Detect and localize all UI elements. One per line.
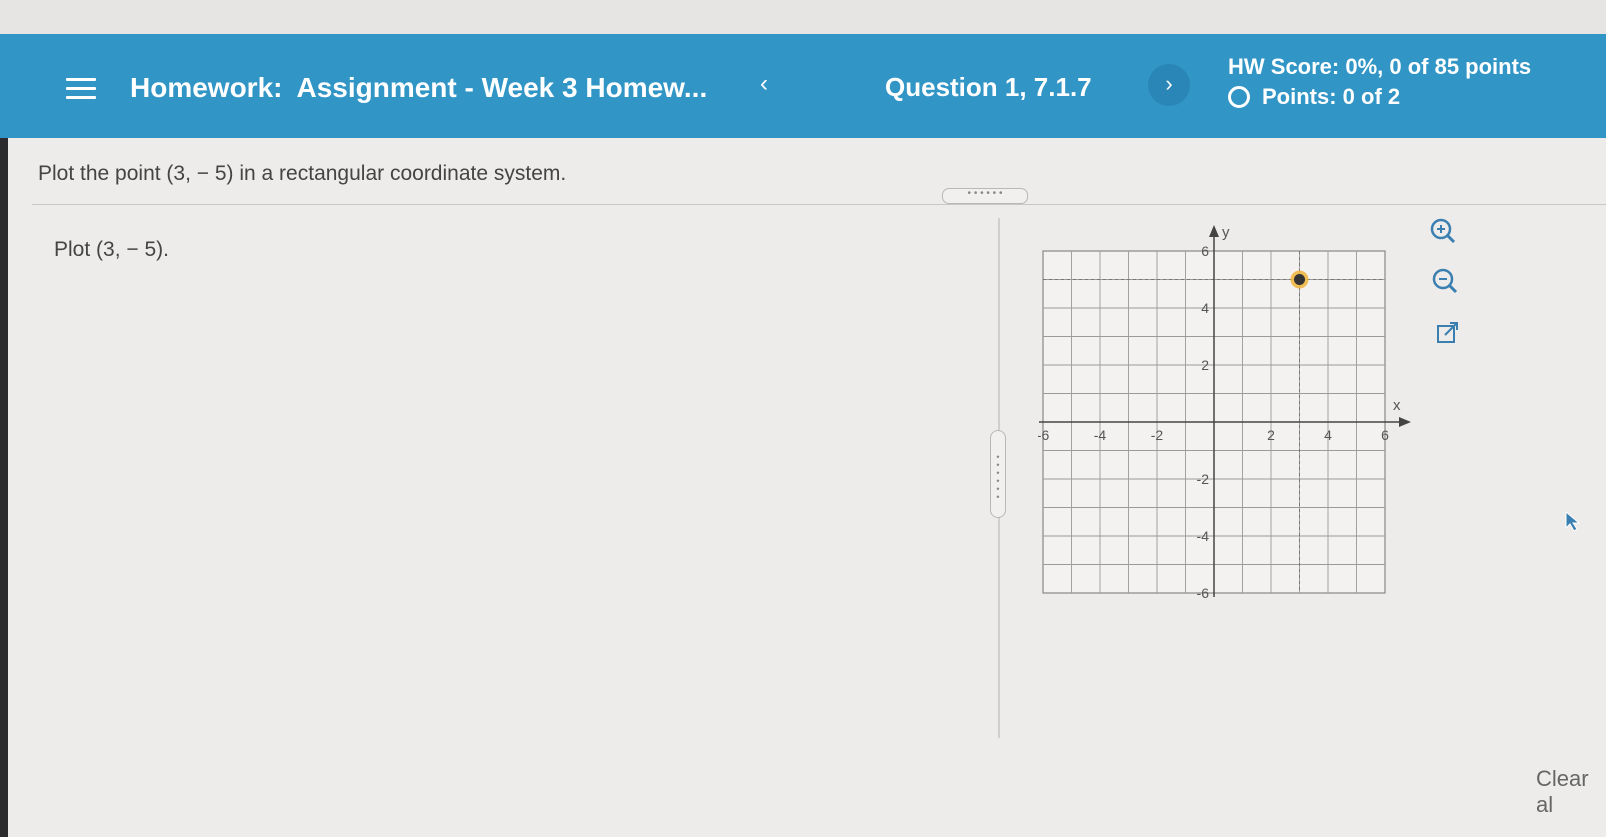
circle-status-icon [1228, 86, 1250, 108]
x-tick-label: 2 [1267, 427, 1275, 443]
hw-score: HW Score: 0%, 0 of 85 points [1228, 54, 1532, 79]
y-axis-arrow [1209, 225, 1219, 237]
sub-prompt: Plot (3, − 5). [54, 238, 169, 261]
side-resize-handle[interactable]: • • • • • • [990, 430, 1006, 518]
next-question-button[interactable]: › [1148, 64, 1190, 106]
y-tick-label: -4 [1197, 528, 1210, 544]
coordinate-graph[interactable]: x y -6 -4 -2 2 4 6 6 4 2 -2 -4 -6 [1038, 220, 1438, 640]
y-axis-label: y [1222, 224, 1230, 241]
y-tick-label: -2 [1197, 471, 1210, 487]
y-tick-label: 4 [1201, 300, 1209, 316]
question-instruction: Plot the point (3, − 5) in a rectangular… [38, 162, 567, 185]
plotted-point[interactable] [1294, 274, 1305, 285]
zoom-out-icon[interactable] [1428, 264, 1462, 298]
popout-icon[interactable] [1430, 316, 1464, 350]
panel-resize-handle[interactable]: • • • • • • [942, 188, 1028, 204]
x-axis-arrow [1399, 417, 1411, 427]
hamburger-menu-icon[interactable] [66, 78, 96, 102]
question-label[interactable]: Question 1, 7.1.7 [885, 72, 1092, 103]
points-text: Points: 0 of 2 [1262, 84, 1401, 109]
previous-question-button[interactable]: ‹ [760, 70, 768, 98]
browser-top-strip [0, 0, 1606, 34]
homework-title: Homework: Assignment - Week 3 Homew... [130, 72, 707, 104]
zoom-in-icon[interactable] [1426, 214, 1460, 248]
homework-label: Homework: [130, 72, 283, 103]
clear-all-button[interactable]: Clear al [1536, 766, 1606, 818]
x-tick-label: -4 [1094, 427, 1107, 443]
question-content: Plot the point (3, − 5) in a rectangular… [8, 138, 1606, 837]
mouse-pointer-icon [1565, 510, 1581, 532]
horizontal-divider [32, 204, 1606, 205]
x-tick-label: -6 [1038, 427, 1049, 443]
x-tick-label: -2 [1151, 427, 1164, 443]
x-tick-label: 4 [1324, 427, 1332, 443]
assignment-header: Homework: Assignment - Week 3 Homew... ‹ … [0, 34, 1606, 138]
x-axis-label: x [1393, 397, 1401, 414]
assignment-title[interactable]: Assignment - Week 3 Homew... [296, 72, 707, 103]
y-tick-label: 6 [1201, 243, 1209, 259]
y-tick-label: -6 [1197, 585, 1210, 601]
points-status: Points: 0 of 2 [1228, 84, 1400, 110]
y-tick-label: 2 [1201, 357, 1209, 373]
x-tick-label: 6 [1381, 427, 1389, 443]
